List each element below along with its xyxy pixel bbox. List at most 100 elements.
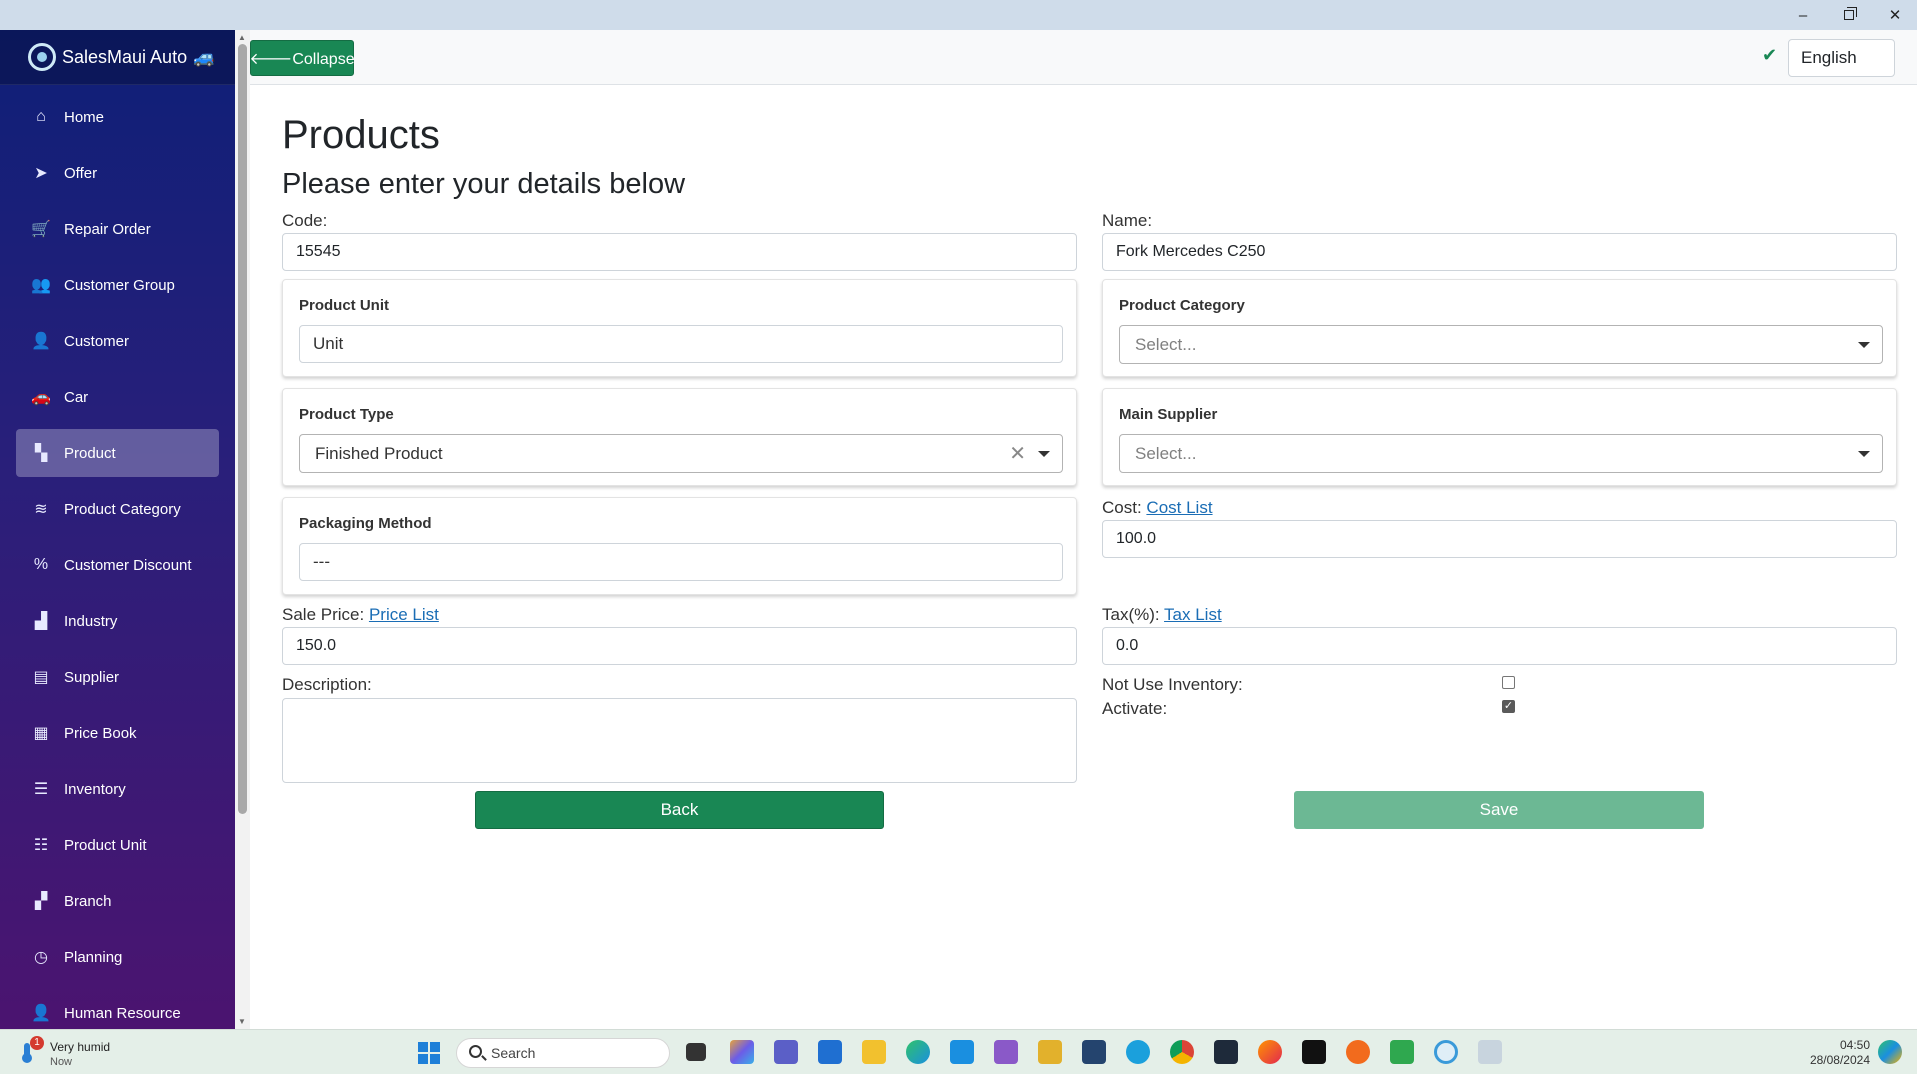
sidebar-item-planning[interactable]: ◷ Planning — [16, 933, 219, 981]
file-explorer-icon[interactable] — [862, 1040, 886, 1064]
skype-icon[interactable] — [1126, 1040, 1150, 1064]
firefox-icon[interactable] — [1258, 1040, 1282, 1064]
clear-icon[interactable]: ✕ — [1009, 441, 1026, 466]
powershell-icon[interactable] — [1214, 1040, 1238, 1064]
sidebar-item-human-resource[interactable]: 👤 Human Resource — [16, 989, 219, 1029]
activate-checkbox[interactable]: ✓ — [1502, 700, 1515, 713]
product-unit-card: Product Unit Unit — [282, 279, 1077, 377]
list-icon: ☷ — [33, 837, 49, 854]
sidebar-item-customer-discount[interactable]: % Customer Discount — [16, 541, 219, 589]
terminal-app-icon[interactable] — [1082, 1040, 1106, 1064]
sidebar-item-label: Price Book — [64, 724, 137, 742]
sidebar-item-home[interactable]: ⌂ Home — [16, 93, 219, 141]
sidebar-item-customer[interactable]: 👤 Customer — [16, 317, 219, 365]
top-bar: 🡐Collapse ✔ English — [249, 30, 1917, 85]
chrome-icon[interactable] — [1170, 1040, 1194, 1064]
sidebar-item-label: Car — [64, 388, 89, 406]
paper-plane-icon: ➤ — [34, 165, 48, 182]
postman-icon[interactable] — [1346, 1040, 1370, 1064]
sidebar-item-customer-group[interactable]: 👥 Customer Group — [16, 261, 219, 309]
sidebar-scrollbar[interactable]: ▲ ▼ — [235, 30, 250, 1029]
minimize-button[interactable]: – — [1780, 0, 1826, 30]
teams-icon[interactable] — [774, 1040, 798, 1064]
product-type-select[interactable]: Finished Product ✕ — [299, 434, 1063, 473]
back-button[interactable]: Back — [475, 791, 884, 829]
sale-price-input[interactable]: 150.0 — [282, 627, 1077, 665]
product-type-value: Finished Product — [315, 444, 443, 463]
tax-list-link[interactable]: Tax List — [1164, 605, 1222, 624]
sidebar-item-industry[interactable]: ▟ Industry — [16, 597, 219, 645]
name-label: Name: — [1102, 211, 1153, 230]
copilot-icon[interactable] — [730, 1040, 754, 1064]
save-button[interactable]: Save — [1294, 791, 1704, 829]
product-unit-label: Product Unit — [299, 297, 389, 314]
sidebar-item-supplier[interactable]: ▤ Supplier — [16, 653, 219, 701]
restore-icon — [1844, 7, 1857, 20]
sale-price-label-row: Sale Price: Price List — [282, 605, 439, 625]
sidebar-item-label: Product Category — [64, 500, 181, 518]
description-label: Description: — [282, 675, 372, 694]
sidebar-item-inventory[interactable]: ☰ Inventory — [16, 765, 219, 813]
sidebar-item-car[interactable]: 🚗 Car — [16, 373, 219, 421]
sidebar-item-label: Customer Group — [64, 276, 175, 294]
language-select[interactable]: English — [1788, 39, 1895, 77]
main-supplier-card: Main Supplier Select... — [1102, 388, 1897, 486]
sidebar-item-label: Offer — [64, 164, 98, 182]
sidebar-item-product-category[interactable]: ≋ Product Category — [16, 485, 219, 533]
cost-list-link[interactable]: Cost List — [1146, 498, 1212, 517]
sidebar-item-product-unit[interactable]: ☷ Product Unit — [16, 821, 219, 869]
weather-widget[interactable]: 1 Very humid Now — [16, 1036, 126, 1070]
product-category-select[interactable]: Select... — [1119, 325, 1883, 364]
product-unit-input[interactable]: Unit — [299, 325, 1063, 363]
visual-studio-icon[interactable] — [994, 1040, 1018, 1064]
sidebar-item-product[interactable]: ▚ Product — [16, 429, 219, 477]
collapse-button[interactable]: 🡐Collapse — [249, 40, 355, 76]
task-view-icon[interactable] — [686, 1043, 706, 1061]
sidebar-item-label: Branch — [64, 892, 112, 910]
sidebar-item-label: Product Unit — [64, 836, 147, 854]
product-category-placeholder: Select... — [1135, 335, 1197, 354]
description-textarea[interactable] — [282, 698, 1077, 783]
sidebar-item-label: Customer — [64, 332, 130, 350]
product-type-card: Product Type Finished Product ✕ — [282, 388, 1077, 486]
sidebar-item-label: Repair Order — [64, 220, 151, 238]
close-button[interactable]: ✕ — [1872, 0, 1917, 30]
clock-time: 04:50 — [1839, 1038, 1870, 1052]
taskbar-search[interactable]: Search — [456, 1038, 670, 1068]
scrollbar-thumb[interactable] — [238, 44, 247, 814]
vscode-icon[interactable] — [950, 1040, 974, 1064]
restore-button[interactable] — [1826, 0, 1872, 30]
packaging-method-input[interactable]: --- — [299, 543, 1063, 581]
scroll-up-icon[interactable]: ▲ — [238, 33, 246, 42]
sidebar-item-branch[interactable]: ▞ Branch — [16, 877, 219, 925]
salesmaui-app-icon[interactable] — [1434, 1040, 1458, 1064]
snipping-tool-icon[interactable] — [1478, 1040, 1502, 1064]
windows-start-icon[interactable] — [418, 1042, 440, 1064]
scroll-down-icon[interactable]: ▼ — [238, 1017, 246, 1026]
sidebar-item-label: Supplier — [64, 668, 120, 686]
tool-icon[interactable] — [1038, 1040, 1062, 1064]
brand[interactable]: SalesMaui Auto 🚙 — [0, 30, 235, 85]
main-supplier-select[interactable]: Select... — [1119, 434, 1883, 473]
clock-icon: ◷ — [34, 949, 48, 966]
not-use-inventory-checkbox[interactable] — [1502, 676, 1515, 689]
edge-icon[interactable] — [906, 1040, 930, 1064]
sidebar-nav: ⌂ Home ➤ Offer 🛒 Repair Order 👥 Customer Group 👤… — [0, 85, 235, 1029]
system-clock[interactable]: 04:50 28/08/2024 — [1790, 1038, 1870, 1068]
page-title: Products — [282, 113, 440, 157]
warehouse-icon: ▤ — [33, 669, 49, 686]
search-icon — [469, 1045, 482, 1058]
product-type-label: Product Type — [299, 406, 394, 423]
name-input[interactable]: Fork Mercedes C250 — [1102, 233, 1897, 271]
store-icon[interactable] — [818, 1040, 842, 1064]
copilot-tray-icon[interactable] — [1878, 1040, 1902, 1064]
sidebar-item-price-book[interactable]: ▦ Price Book — [16, 709, 219, 757]
sidebar-item-repair-order[interactable]: 🛒 Repair Order — [16, 205, 219, 253]
pycharm-icon[interactable] — [1302, 1040, 1326, 1064]
cost-input[interactable]: 100.0 — [1102, 520, 1897, 558]
sidebar-item-offer[interactable]: ➤ Offer — [16, 149, 219, 197]
price-list-link[interactable]: Price List — [369, 605, 439, 624]
chart-app-icon[interactable] — [1390, 1040, 1414, 1064]
code-input[interactable]: 15545 — [282, 233, 1077, 271]
tax-input[interactable]: 0.0 — [1102, 627, 1897, 665]
